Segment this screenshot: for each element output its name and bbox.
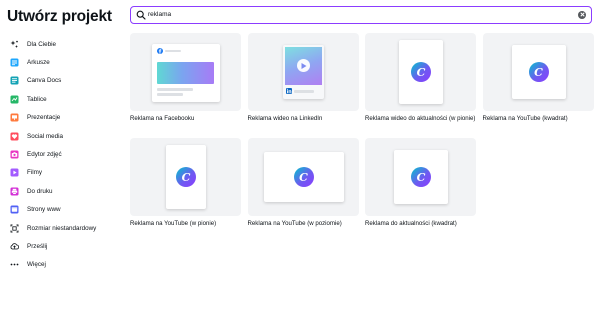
- result-card-facebook-ad[interactable]: Reklama na Facebooku: [130, 33, 241, 122]
- sidebar-item-label: Więcej: [27, 261, 46, 269]
- result-card-youtube-vertical[interactable]: C Reklama na YouTube (w pionie): [130, 138, 241, 227]
- page-title: Utwórz projekt: [7, 8, 112, 25]
- result-thumbnail[interactable]: C: [365, 138, 476, 216]
- search-value[interactable]: reklama: [148, 11, 171, 18]
- sparkle-icon: [10, 40, 19, 49]
- sidebar-item-edytor-zdjec[interactable]: Edytor zdjęć: [10, 145, 122, 163]
- result-label: Reklama do aktualności (kwadrat): [365, 220, 457, 227]
- result-card-youtube-square[interactable]: C Reklama na YouTube (kwadrat): [482, 33, 594, 122]
- result-thumbnail[interactable]: C: [247, 138, 359, 216]
- sidebar-item-social-media[interactable]: Social media: [10, 127, 122, 145]
- sidebar: Dla Ciebie Arkusze Canva Docs Tablice Pr…: [10, 35, 122, 274]
- canva-logo-icon: C: [411, 167, 431, 187]
- search-icon: [136, 10, 146, 20]
- sidebar-item-dla-ciebie[interactable]: Dla Ciebie: [10, 35, 122, 53]
- sidebar-item-strony-www[interactable]: Strony www: [10, 201, 122, 219]
- sidebar-item-filmy[interactable]: Filmy: [10, 164, 122, 182]
- result-label: Reklama na YouTube (w poziomie): [247, 220, 342, 227]
- result-label: Reklama wideo na LinkedIn: [247, 115, 323, 122]
- camera-icon: [10, 150, 19, 159]
- sidebar-item-rozmiar-niestandardowy[interactable]: Rozmiar niestandardowy: [10, 219, 122, 237]
- result-label: Reklama na YouTube (w pionie): [130, 220, 217, 227]
- result-label: Reklama wideo do aktualności (w pionie): [365, 115, 476, 122]
- play-triangle-icon: [301, 62, 306, 69]
- sidebar-item-prezentacje[interactable]: Prezentacje: [10, 109, 122, 127]
- sidebar-item-label: Canva Docs: [27, 77, 62, 85]
- sidebar-item-label: Strony www: [27, 206, 61, 214]
- video-icon: [10, 168, 19, 177]
- search-input[interactable]: reklama: [130, 6, 592, 24]
- canva-logo-icon: C: [293, 167, 314, 187]
- result-card-portrait[interactable]: C Reklama wideo do aktualności (w pionie…: [365, 33, 476, 122]
- sidebar-item-canva-docs[interactable]: Canva Docs: [10, 72, 122, 90]
- result-thumbnail[interactable]: C: [482, 33, 594, 111]
- result-card-linkedin-video[interactable]: Reklama wideo na LinkedIn: [247, 33, 359, 122]
- whiteboard-icon: [10, 95, 19, 104]
- printer-icon: [10, 187, 19, 196]
- result-thumbnail[interactable]: C: [130, 138, 241, 216]
- sidebar-item-label: Rozmiar niestandardowy: [27, 224, 97, 232]
- presentation-icon: [10, 113, 19, 122]
- sidebar-item-tablice[interactable]: Tablice: [10, 90, 122, 108]
- sidebar-item-przeslij[interactable]: Prześlij: [10, 237, 122, 255]
- heart-icon: [10, 132, 19, 141]
- canva-logo-icon: C: [176, 167, 196, 187]
- sidebar-item-label: Social media: [27, 132, 64, 140]
- sidebar-item-label: Do druku: [27, 187, 53, 195]
- doc-icon: [10, 76, 19, 85]
- sidebar-item-label: Arkusze: [27, 59, 50, 67]
- result-thumbnail[interactable]: C: [365, 33, 476, 111]
- result-thumbnail[interactable]: [247, 33, 359, 111]
- linkedin-icon: [285, 88, 292, 94]
- sidebar-item-arkusze[interactable]: Arkusze: [10, 53, 122, 71]
- more-icon: [10, 260, 19, 269]
- result-label: Reklama na YouTube (kwadrat): [482, 115, 568, 122]
- sheet-icon: [10, 58, 19, 67]
- canva-logo-icon: C: [411, 62, 431, 82]
- sidebar-item-do-druku[interactable]: Do druku: [10, 182, 122, 200]
- result-thumbnail[interactable]: [130, 33, 241, 111]
- sidebar-item-label: Tablice: [27, 95, 47, 103]
- result-card-youtube-horizontal[interactable]: C Reklama na YouTube (w poziomie): [247, 138, 359, 227]
- custom-size-icon: [10, 224, 19, 233]
- canva-logo-icon: C: [528, 62, 549, 82]
- sidebar-item-label: Prezentacje: [27, 114, 61, 122]
- clear-icon[interactable]: [578, 10, 586, 19]
- result-card-feed-square[interactable]: C Reklama do aktualności (kwadrat): [365, 138, 476, 227]
- sidebar-item-wiecej[interactable]: Więcej: [10, 256, 122, 274]
- upload-icon: [10, 242, 19, 251]
- facebook-icon: [157, 48, 163, 54]
- sidebar-item-label: Prześlij: [27, 242, 48, 250]
- sidebar-item-label: Edytor zdjęć: [27, 151, 62, 159]
- result-label: Reklama na Facebooku: [130, 115, 195, 122]
- website-icon: [10, 205, 19, 214]
- sidebar-item-label: Filmy: [27, 169, 43, 177]
- sidebar-item-label: Dla Ciebie: [27, 40, 57, 48]
